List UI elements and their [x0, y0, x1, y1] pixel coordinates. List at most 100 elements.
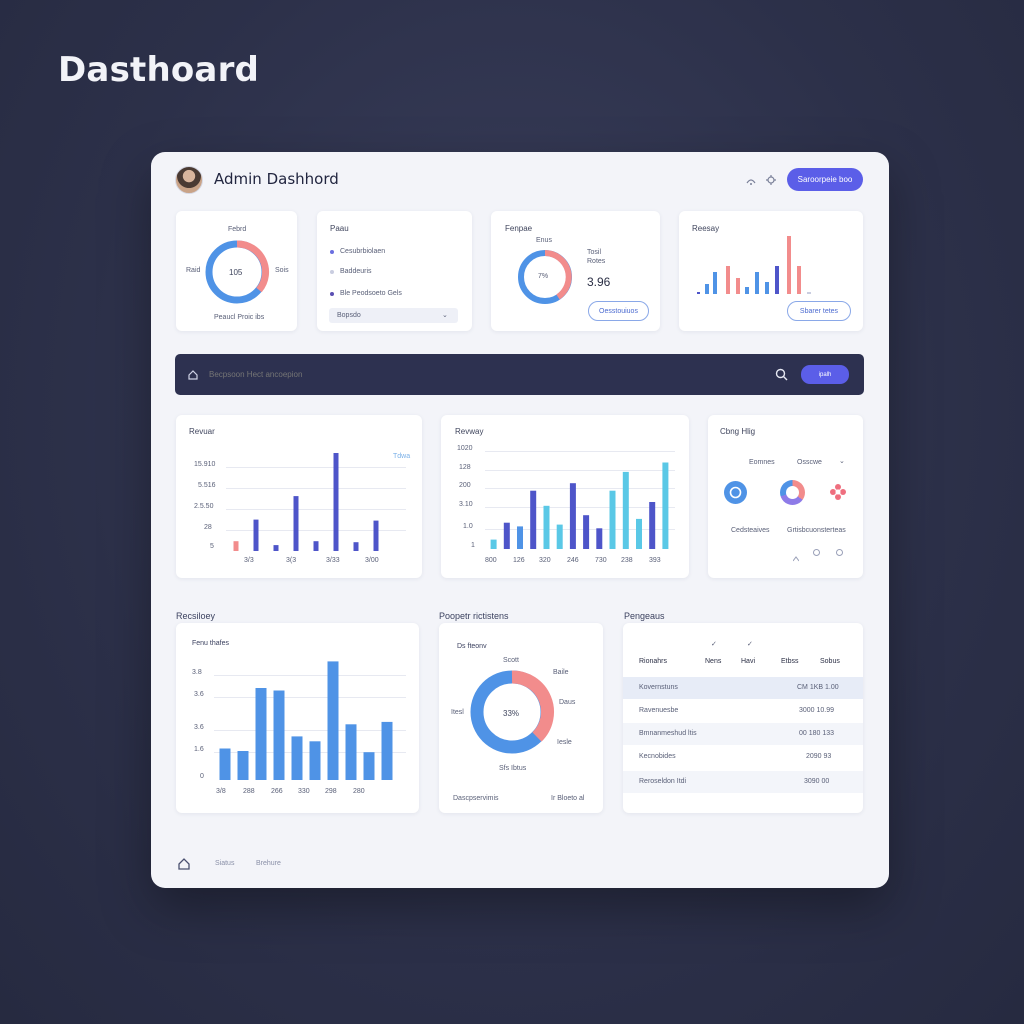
donut-footer-left: Dascpservimis — [453, 795, 499, 802]
card2-select[interactable]: Bopsdo ⌄ — [329, 308, 458, 323]
search-icon[interactable] — [775, 368, 788, 381]
table-row[interactable]: Bmnanmeshud ltis 00 180 133 — [623, 723, 863, 745]
config-caption-2: Grtisbcuonsterteas — [787, 527, 846, 534]
bar[interactable] — [503, 522, 510, 549]
bar[interactable] — [622, 471, 629, 549]
donut-label-right-3: Iesle — [557, 739, 572, 746]
x-tick: 393 — [649, 557, 661, 564]
bar[interactable] — [543, 505, 550, 549]
table-header-cell[interactable]: Sobus — [820, 658, 840, 665]
card3-right-label-1: Tosil — [587, 249, 602, 256]
footer-item-brehure[interactable]: Brehure — [256, 860, 281, 867]
bar[interactable] — [490, 539, 497, 549]
bar[interactable] — [327, 661, 339, 780]
card2-item-label: Ble Peodsoeto Gels — [340, 290, 402, 297]
y-tick: 3.6 — [194, 724, 204, 731]
y-tick: 200 — [459, 482, 471, 489]
table-header-cell[interactable]: Etbss — [781, 658, 799, 665]
search-input[interactable] — [209, 366, 749, 383]
header-title: Admin Dashhord — [214, 170, 339, 188]
circle-icon[interactable] — [836, 549, 843, 556]
x-tick: 246 — [567, 557, 579, 564]
bar[interactable] — [569, 483, 576, 549]
bar[interactable] — [255, 688, 267, 780]
bar[interactable] — [333, 453, 339, 551]
bar[interactable] — [609, 490, 616, 549]
bar[interactable] — [373, 520, 379, 551]
card3-button[interactable]: Oesstouiuos — [588, 301, 649, 321]
y-tick: 2.5.50 — [194, 503, 214, 510]
arrow-icon[interactable] — [792, 549, 800, 562]
bar[interactable] — [353, 542, 359, 551]
x-tick: 266 — [271, 788, 283, 795]
card4-button[interactable]: Sbarer tetes — [787, 301, 851, 321]
bar[interactable] — [517, 526, 523, 549]
header-primary-button[interactable]: Saroorpeie boo — [787, 168, 863, 191]
card-fenpae: Fenpae Enus 7% Tosil Rotes 3.96 Oesstoui… — [491, 211, 660, 331]
bullet-icon — [330, 270, 334, 274]
table-row[interactable]: Kecnobides 2090 93 — [623, 746, 863, 768]
revenue-chart-legend: Tdwa — [393, 453, 411, 460]
config-caption-1: Cedsteaives — [731, 527, 770, 534]
table-cell-name: Ravenuesbe — [639, 707, 679, 714]
bar[interactable] — [596, 528, 603, 549]
avatar[interactable] — [175, 166, 203, 194]
bar[interactable] — [662, 462, 669, 550]
bar[interactable] — [293, 496, 299, 551]
bar[interactable] — [253, 519, 259, 551]
settings-icon[interactable] — [765, 173, 777, 185]
recent-chart-title: Fenu thafes — [192, 640, 229, 647]
table-row[interactable]: Ravenuesbe 3000 10.99 — [623, 700, 863, 722]
bar[interactable] — [345, 724, 357, 780]
flower-icon[interactable] — [829, 483, 847, 501]
tab-osscwe[interactable]: Osscwe — [797, 459, 822, 466]
table-cell-value: 3000 10.99 — [799, 707, 835, 714]
bar[interactable] — [636, 518, 642, 549]
y-tick: 28 — [204, 524, 212, 531]
tab-eomnes[interactable]: Eomnes — [749, 459, 775, 466]
revway-bar-chart — [490, 462, 669, 550]
bar[interactable] — [313, 541, 319, 551]
bar[interactable] — [649, 502, 656, 549]
bar[interactable] — [273, 545, 279, 551]
donut-label-right-1: Baile — [553, 669, 569, 676]
bar[interactable] — [237, 751, 249, 780]
bar[interactable] — [363, 752, 375, 780]
donut-label-left: Itesl — [451, 709, 464, 716]
y-tick: 1020 — [457, 445, 473, 452]
notification-icon[interactable] — [745, 173, 757, 185]
bullet-icon — [330, 292, 334, 296]
home-icon[interactable] — [187, 368, 199, 380]
bar[interactable] — [556, 524, 563, 549]
bar[interactable] — [583, 515, 590, 549]
table-cell-name: Reroseldon Itdi — [639, 778, 687, 785]
palette-icon[interactable] — [780, 480, 805, 505]
table-row[interactable]: Kovernstuns CM 1KB 1.00 — [623, 677, 863, 699]
recent-chart-card: Fenu thafes 3.8 3.6 3.6 1.6 0 3/8 288 26… — [176, 623, 419, 813]
card3-value: 3.96 — [587, 275, 611, 289]
donut-label-top: Scott — [503, 657, 519, 664]
x-tick: 730 — [595, 557, 607, 564]
footer-item-status[interactable]: Siatus — [215, 860, 234, 867]
bar[interactable] — [233, 541, 239, 551]
table-header-cell[interactable]: Havi — [741, 658, 755, 665]
donut-card: Ds fteonv Scott 33% Baile Daus Itesl Ies… — [439, 623, 603, 813]
bar[interactable] — [309, 741, 321, 780]
chat-icon[interactable] — [724, 481, 747, 504]
search-button[interactable]: ipalh — [801, 365, 849, 384]
dashboard-window: Admin Dashhord Saroorpeie boo Febrd 105 … — [151, 152, 889, 888]
table-header-cell[interactable]: Rionahrs — [639, 658, 667, 665]
bar[interactable] — [530, 490, 537, 549]
x-tick: 280 — [353, 788, 365, 795]
chevron-down-icon[interactable]: ⌄ — [839, 457, 845, 465]
table-row[interactable]: Reroseldon Itdi 3090 00 — [623, 771, 863, 793]
bar[interactable] — [291, 736, 303, 780]
circle-icon[interactable] — [813, 549, 820, 556]
bar[interactable] — [273, 690, 285, 781]
card3-center-value: 7% — [538, 273, 549, 280]
bar[interactable] — [219, 748, 231, 781]
card3-top-label: Enus — [536, 237, 552, 244]
bar[interactable] — [381, 721, 393, 780]
home-icon[interactable] — [177, 857, 191, 871]
table-header-cell[interactable]: Nens — [705, 658, 721, 665]
